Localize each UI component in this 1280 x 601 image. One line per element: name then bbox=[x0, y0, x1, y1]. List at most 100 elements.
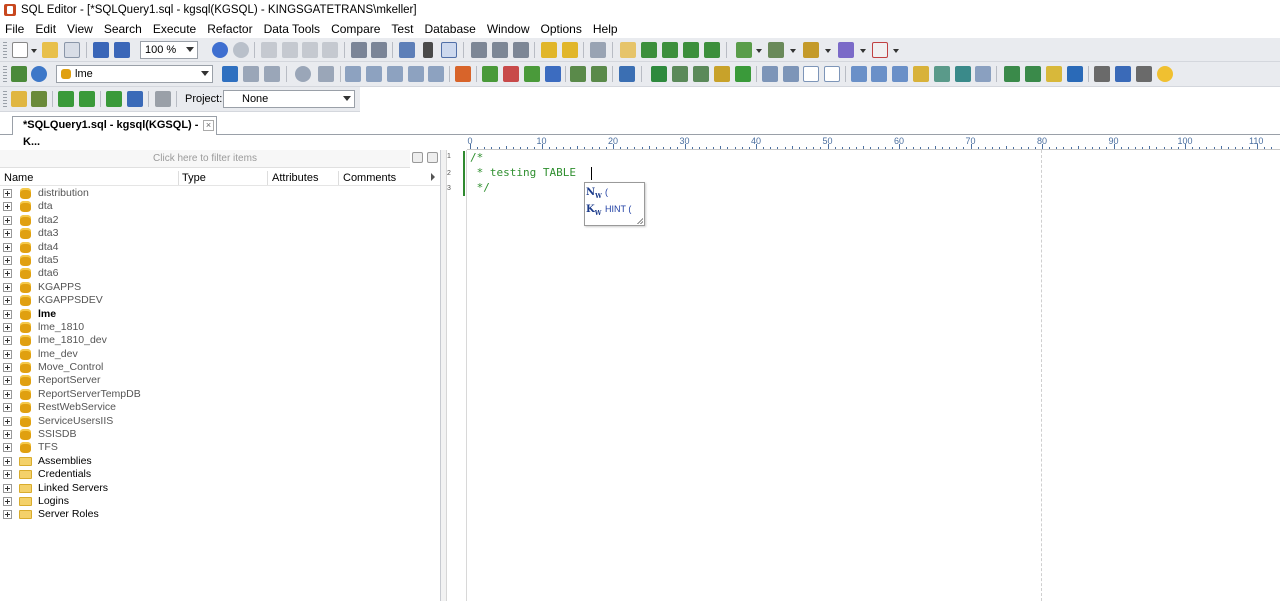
open-folder-icon[interactable] bbox=[42, 42, 58, 58]
menu-data-tools[interactable]: Data Tools bbox=[259, 22, 326, 36]
filter-icon[interactable] bbox=[541, 42, 557, 58]
database-select[interactable]: lme bbox=[56, 65, 213, 83]
format-icon[interactable] bbox=[441, 42, 457, 58]
menu-database[interactable]: Database bbox=[419, 22, 481, 36]
column-divider[interactable] bbox=[267, 171, 268, 185]
autocomplete-item[interactable]: KW HINT ( bbox=[585, 202, 644, 217]
grid2-icon[interactable] bbox=[591, 66, 607, 82]
find-next-icon[interactable] bbox=[492, 42, 508, 58]
outdent-icon[interactable] bbox=[371, 42, 387, 58]
monitor-icon[interactable] bbox=[934, 66, 950, 82]
resize-grip-icon[interactable] bbox=[637, 218, 643, 224]
tool-c-icon[interactable] bbox=[387, 66, 403, 82]
tree-row-database[interactable]: KGAPPSDEV bbox=[0, 294, 440, 307]
tree-icon[interactable] bbox=[524, 66, 540, 82]
save-icon[interactable] bbox=[93, 42, 109, 58]
arrow-up-right-icon[interactable] bbox=[79, 91, 95, 107]
sql-red-icon[interactable] bbox=[503, 66, 519, 82]
tab-sqlquery1[interactable]: *SQLQuery1.sql - kgsql(KGSQL) - K... × bbox=[12, 116, 217, 148]
menu-file[interactable]: File bbox=[0, 22, 30, 36]
expand-icon[interactable] bbox=[3, 470, 12, 480]
tree-row-database[interactable]: distribution bbox=[0, 187, 440, 200]
find-icon[interactable] bbox=[471, 42, 487, 58]
expand-icon[interactable] bbox=[3, 215, 12, 225]
grid-icon[interactable] bbox=[570, 66, 586, 82]
tree-row-database[interactable]: TFS bbox=[0, 441, 440, 454]
tree-row-database[interactable]: dta bbox=[0, 200, 440, 213]
menu-compare[interactable]: Compare bbox=[326, 22, 386, 36]
expand-icon[interactable] bbox=[3, 269, 12, 279]
tool-e-icon[interactable] bbox=[428, 66, 444, 82]
chevron-down-icon[interactable] bbox=[31, 49, 37, 53]
expand-icon[interactable] bbox=[3, 389, 12, 399]
tree-row-database[interactable]: ServiceUsersIIS bbox=[0, 415, 440, 428]
column-divider[interactable] bbox=[338, 171, 339, 185]
column-divider[interactable] bbox=[178, 171, 179, 185]
column-attributes[interactable]: Attributes bbox=[272, 172, 318, 184]
expand-icon[interactable] bbox=[3, 363, 12, 373]
filter-input[interactable]: Click here to filter items bbox=[0, 150, 410, 168]
spellcheck-icon[interactable] bbox=[619, 66, 635, 82]
align-icon[interactable] bbox=[641, 42, 657, 58]
chevron-down-icon[interactable] bbox=[790, 49, 796, 53]
expand-icon[interactable] bbox=[3, 376, 12, 386]
green-table-icon[interactable] bbox=[482, 66, 498, 82]
open-project-icon[interactable] bbox=[11, 91, 27, 107]
tree-row-database[interactable]: dta2 bbox=[0, 214, 440, 227]
tree-row-database[interactable]: lme_dev bbox=[0, 348, 440, 361]
tree-row-database[interactable]: Move_Control bbox=[0, 361, 440, 374]
expand-icon[interactable] bbox=[3, 443, 12, 453]
binary-icon[interactable] bbox=[1136, 66, 1152, 82]
menu-edit[interactable]: Edit bbox=[30, 22, 62, 36]
tool-b-icon[interactable] bbox=[366, 66, 382, 82]
align-right-icon[interactable] bbox=[662, 42, 678, 58]
calendar-icon[interactable] bbox=[872, 42, 888, 58]
delete-icon[interactable] bbox=[322, 42, 338, 58]
menu-options[interactable]: Options bbox=[536, 22, 588, 36]
dbtools-icon[interactable] bbox=[243, 66, 259, 82]
chevron-down-icon[interactable] bbox=[825, 49, 831, 53]
expand-icon[interactable] bbox=[3, 296, 12, 306]
chevron-down-icon[interactable] bbox=[860, 49, 866, 53]
execute-disabled-icon[interactable] bbox=[295, 66, 311, 82]
tree-row-folder[interactable]: Logins bbox=[0, 495, 440, 508]
connect-icon[interactable] bbox=[11, 66, 27, 82]
expand-icon[interactable] bbox=[3, 403, 12, 413]
tree-row-folder[interactable]: Server Roles bbox=[0, 508, 440, 521]
doc2-icon[interactable] bbox=[824, 66, 840, 82]
menu-window[interactable]: Window bbox=[482, 22, 536, 36]
undo-icon[interactable] bbox=[212, 42, 228, 58]
sort-icon[interactable] bbox=[399, 42, 415, 58]
tool-d-icon[interactable] bbox=[408, 66, 424, 82]
expand-icon[interactable] bbox=[3, 189, 12, 198]
tree-row-folder[interactable]: Assemblies bbox=[0, 455, 440, 468]
deploy-icon[interactable] bbox=[892, 66, 908, 82]
schema-icon[interactable] bbox=[714, 66, 730, 82]
arrow-down-left-icon[interactable] bbox=[58, 91, 74, 107]
redo-icon[interactable] bbox=[233, 42, 249, 58]
tree-row-database[interactable]: ReportServerTempDB bbox=[0, 388, 440, 401]
cube-icon[interactable] bbox=[913, 66, 929, 82]
object-icon[interactable] bbox=[736, 42, 752, 58]
tree-row-database[interactable]: dta3 bbox=[0, 227, 440, 240]
expand-icon[interactable] bbox=[3, 483, 12, 493]
column-type[interactable]: Type bbox=[182, 172, 206, 184]
comment-icon[interactable] bbox=[704, 42, 720, 58]
copy-icon[interactable] bbox=[64, 42, 80, 58]
expand-icon[interactable] bbox=[3, 336, 12, 346]
settings-icon[interactable] bbox=[955, 66, 971, 82]
stop-icon[interactable] bbox=[318, 66, 334, 82]
zoom-select[interactable]: 100 % bbox=[140, 41, 198, 59]
project-select[interactable]: None bbox=[223, 90, 355, 108]
layout-icon[interactable] bbox=[1004, 66, 1020, 82]
toolbar-grip[interactable] bbox=[3, 91, 7, 107]
menu-help[interactable]: Help bbox=[588, 22, 624, 36]
menu-view[interactable]: View bbox=[62, 22, 99, 36]
expand-icon[interactable] bbox=[3, 349, 12, 359]
excel-icon[interactable] bbox=[651, 66, 667, 82]
filter-options-icon[interactable] bbox=[412, 152, 423, 163]
import-icon[interactable] bbox=[693, 66, 709, 82]
arrow-back-icon[interactable] bbox=[545, 66, 561, 82]
home-icon[interactable] bbox=[1094, 66, 1110, 82]
tree-row-database[interactable]: KGAPPS bbox=[0, 281, 440, 294]
